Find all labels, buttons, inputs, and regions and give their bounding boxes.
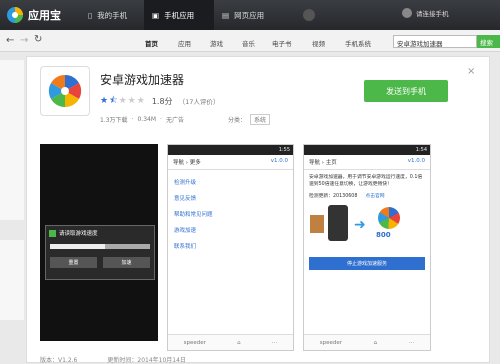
separator: · (131, 116, 134, 123)
title-bar: 应用宝 ▯ 我的手机 ▣ 手机应用 ▤ 网页应用 请连接手机 (0, 0, 500, 30)
star-rating: ★⯪★★★ (100, 96, 146, 106)
review-count: （17人评价） (178, 98, 220, 106)
nav-home[interactable]: 首页 (145, 38, 158, 48)
tab-my-phone[interactable]: ▯ 我的手机 (80, 0, 144, 30)
app-logo: 应用宝 (6, 6, 61, 24)
tab-phone-apps[interactable]: ▣ 手机应用 (144, 0, 214, 30)
app-logo-icon (7, 7, 23, 23)
app-title: 安卓游戏加速器 (100, 73, 185, 87)
menu-item: 意见反馈 (174, 196, 197, 202)
tab-label: 手机应用 (164, 10, 195, 20)
more-icon: ⋯ (408, 339, 415, 346)
forward-icon[interactable]: → (20, 35, 28, 46)
status-bar: 1:54 (304, 145, 430, 155)
screen-title: 更多 (189, 160, 201, 166)
apps-icon: ▣ (152, 10, 160, 20)
phone-illustration (328, 205, 348, 241)
refresh-icon[interactable]: ↻ (34, 34, 42, 45)
speed-badge: 800 (376, 231, 391, 239)
login-area[interactable]: 请连接手机 (402, 8, 449, 18)
status-bar: 1:55 (168, 145, 293, 155)
category-label: 分类： (227, 117, 246, 124)
rating-score: 1.8分 (151, 96, 173, 106)
footer-brand: speeder (183, 339, 206, 346)
nav-apps[interactable]: 应用 (178, 38, 191, 48)
menu-item: 帮助和常见问题 (174, 212, 213, 218)
nav-games[interactable]: 游戏 (210, 38, 223, 48)
dialog-title: 请读取游戏速度 (59, 231, 98, 237)
website-link: 点击官网 (365, 194, 385, 199)
screen-header: 导航 › 更多 (173, 160, 201, 166)
more-icon: ⋯ (271, 339, 278, 346)
game-thumb (310, 215, 324, 233)
update-label: 检测更新：20130608 (309, 194, 358, 199)
phone-nav-bar: speeder ⌂ ⋯ (168, 334, 293, 350)
search-button[interactable]: 搜索 (477, 35, 500, 48)
nav-ebooks[interactable]: 电子书 (272, 38, 292, 48)
back-icon[interactable]: ← (6, 35, 14, 46)
dialog-button-2: 加速 (103, 257, 150, 268)
download-count: 1.3万下载 (100, 117, 128, 124)
screenshot-3[interactable]: 1:54 导航 › 主页 v1.0.0 安卓游戏加速器，用于调节安卓游戏运行速度… (303, 144, 431, 351)
version-label: v1.0.0 (270, 158, 288, 164)
user-icon (402, 8, 412, 18)
close-icon[interactable]: × (467, 66, 475, 77)
illustration: ➜ 800 (304, 199, 430, 257)
side-panel-left (0, 60, 24, 220)
screen-title: 主页 (325, 160, 337, 166)
side-panel-left-2 (0, 240, 24, 320)
nav-video[interactable]: 视频 (312, 38, 325, 48)
tab-label: 网页应用 (234, 10, 265, 20)
menu-item: 检测升级 (174, 180, 197, 186)
category-tag[interactable]: 系统 (249, 114, 270, 125)
separator: · (160, 116, 162, 123)
tab-web-apps[interactable]: ▤ 网页应用 (214, 0, 334, 30)
stop-service-button: 停止游戏加速服务 (309, 257, 425, 270)
pinwheel-icon (48, 74, 82, 108)
menu-item: 联系我们 (174, 244, 197, 250)
back-label: 导航 (309, 160, 321, 166)
phone-nav-bar: speeder ⌂ ⋯ (304, 334, 430, 350)
dialog-button-1: 重置 (50, 257, 97, 268)
screen-header: 导航 › 主页 (309, 160, 337, 166)
phone-icon: ▯ (88, 10, 93, 20)
speed-slider (50, 244, 150, 249)
dialog-icon (49, 229, 56, 237)
back-label: 导航 (173, 160, 185, 166)
nav-phone-system[interactable]: 手机系统 (345, 38, 371, 48)
version-label: v1.0.0 (407, 158, 425, 164)
ad-status: 无广告 (165, 117, 184, 124)
nav-music[interactable]: 音乐 (242, 38, 255, 48)
screenshot-1[interactable]: 请读取游戏速度 重置 加速 (40, 144, 158, 341)
arrow-icon: ➜ (354, 217, 366, 233)
search-input[interactable]: 安卓游戏加速器 (393, 35, 477, 48)
footer-brand: speeder (319, 339, 343, 346)
app-icon (40, 66, 90, 116)
status-time: 1:54 (415, 147, 427, 153)
send-to-phone-button[interactable]: 发送到手机 (364, 80, 448, 102)
speed-dialog: 请读取游戏速度 重置 加速 (45, 225, 155, 280)
screenshot-2[interactable]: 1:55 导航 › 更多 v1.0.0 检测升级 意见反馈 帮助和常见问题 游戏… (167, 144, 294, 351)
home-icon: ⌂ (373, 339, 378, 346)
app-name: 应用宝 (28, 9, 61, 22)
meta-row: 1.3万下载 · 0.34M · 无广告 分类： 系统 (100, 114, 270, 125)
app-size: 0.34M (137, 116, 157, 123)
login-text: 请连接手机 (416, 10, 449, 18)
status-time: 1:55 (278, 147, 290, 153)
menu-item: 游戏加速 (174, 228, 197, 234)
pinwheel-icon (378, 207, 400, 229)
app-description: 安卓游戏加速器，用于调节安卓游戏运行速度，0.1倍速到50倍速任意切换，让游戏更… (309, 175, 423, 187)
download-icon[interactable] (303, 9, 316, 21)
rating-row: ★⯪★★★ 1.8分 （17人评价） (100, 93, 219, 109)
tab-label: 我的手机 (97, 10, 128, 20)
home-icon: ⌂ (237, 339, 241, 346)
web-icon: ▤ (222, 10, 230, 20)
